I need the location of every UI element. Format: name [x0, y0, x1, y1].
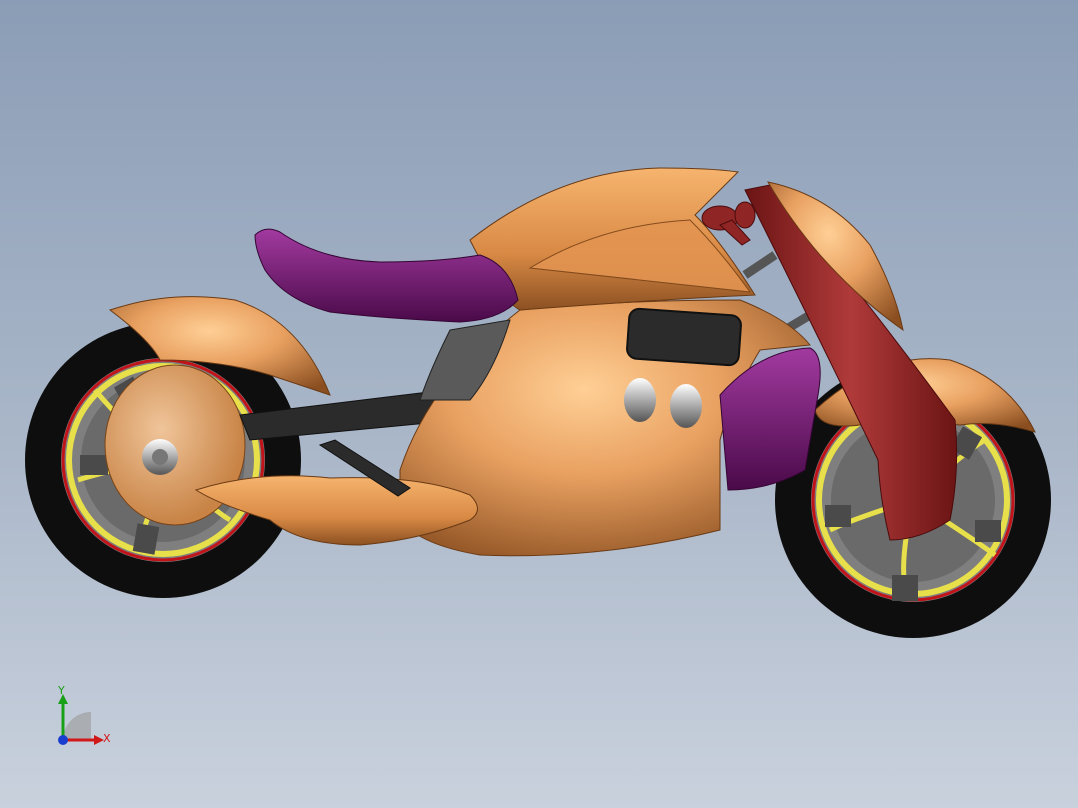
coordinate-triad: Y X [48, 682, 128, 752]
z-axis-dot [58, 735, 68, 745]
graphics-viewport[interactable]: Y X [0, 0, 1078, 808]
side-vent [626, 307, 742, 367]
motorcycle-model[interactable] [0, 0, 1078, 808]
x-axis-label: X [103, 732, 111, 745]
y-axis-label: Y [58, 684, 65, 697]
